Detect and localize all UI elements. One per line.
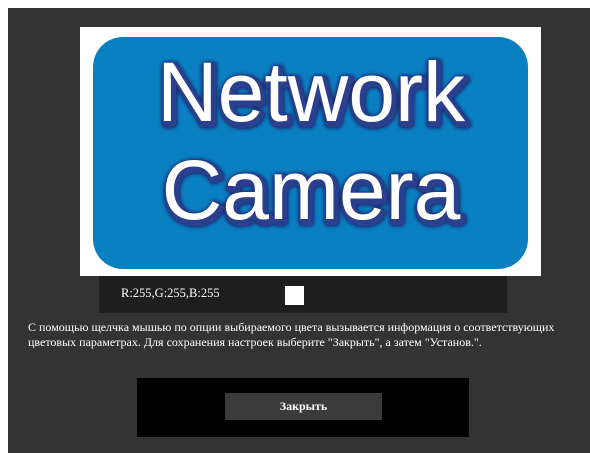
color-swatch[interactable] <box>285 286 304 305</box>
color-picker-panel: Network Network Network Camera Camera Ca… <box>8 8 590 453</box>
logo-text-network: Network <box>157 45 466 139</box>
color-value-bar: R:255,G:255,B:255 <box>99 276 507 313</box>
camera-image-preview[interactable]: Network Network Network Camera Camera Ca… <box>80 27 541 276</box>
button-bar: Закрыть <box>137 378 469 437</box>
help-text: С помощью щелчка мышью по опции выбираем… <box>28 320 555 349</box>
rgb-value-label: R:255,G:255,B:255 <box>121 286 220 300</box>
close-button[interactable]: Закрыть <box>225 393 382 420</box>
network-camera-logo: Network Network Network Camera Camera Ca… <box>93 37 528 269</box>
logo-text-camera: Camera <box>162 143 461 237</box>
